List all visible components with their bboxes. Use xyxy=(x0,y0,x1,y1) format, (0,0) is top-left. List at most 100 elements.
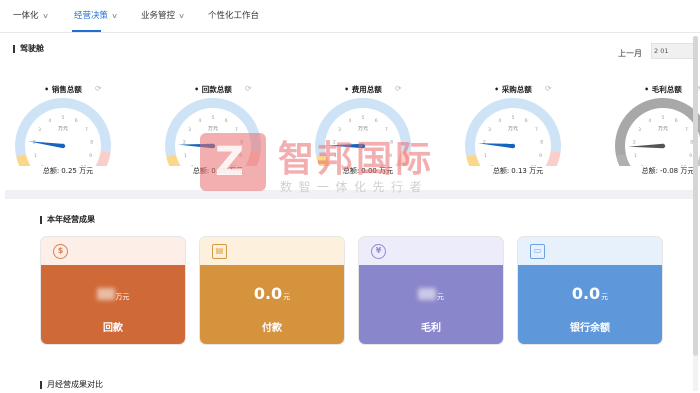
refresh-icon[interactable]: ⟳ xyxy=(545,84,552,93)
gauge-total-value: 0.00 万元 xyxy=(361,167,394,175)
gauge-tick-label: 8 xyxy=(540,139,543,145)
gauge-total-value: 0.05 万元 xyxy=(211,167,244,175)
card-label: 付款 xyxy=(262,323,282,334)
result-card[interactable]: ▭ 0.0元 银行余额 xyxy=(517,236,663,345)
chevron-down-icon: ∨ xyxy=(178,12,185,20)
monthly-comparison-title: 月经营成果对比 xyxy=(40,381,103,389)
refresh-icon[interactable]: ⟳ xyxy=(395,84,402,93)
gauge-tick-label: 1 xyxy=(484,153,487,159)
gauge-tick-label: 7 xyxy=(85,127,88,133)
gauge-chart: 012345678910万元 xyxy=(615,98,700,166)
gauge-tick-label: 2 xyxy=(633,139,636,145)
card-body: 0.0元付款 xyxy=(200,265,344,344)
gauge-band xyxy=(545,150,561,166)
gauge-band xyxy=(95,150,111,166)
cockpit-title: 驾驶舱 xyxy=(13,45,44,53)
tab-business-decision[interactable]: 经营决策 ∨ xyxy=(74,9,118,21)
gauge-hub xyxy=(510,143,516,149)
gauge-chart: 012345678910万元 xyxy=(165,98,261,166)
card-value: 万元 xyxy=(41,284,185,303)
gauge-chart: 012345678910万元 xyxy=(315,98,411,166)
gauge-tick-label: 9 xyxy=(89,153,92,159)
gauge-3: • 采购总额⟳012345678910万元总额:0.13 万元 xyxy=(463,78,573,183)
gauge-tick-label: 7 xyxy=(685,127,688,133)
gauge-hub xyxy=(60,143,66,149)
gauge-hub xyxy=(660,143,666,149)
gauge-needle xyxy=(178,143,214,149)
card-value-unit: 元 xyxy=(437,293,444,301)
chevron-down-icon: ∨ xyxy=(41,12,49,20)
gauge-tick-label: 3 xyxy=(638,127,641,133)
result-card[interactable]: ▤ 0.0元付款 xyxy=(199,236,345,345)
card-value: 0.0元 xyxy=(200,284,344,303)
gauge-tick-label: 2 xyxy=(483,139,486,145)
gauge-tick-label: 4 xyxy=(498,118,501,124)
card-label: 毛利 xyxy=(421,323,441,334)
gauge-tick-label: 6 xyxy=(375,118,378,124)
gauge-band xyxy=(616,154,631,166)
result-card[interactable]: ¥ 元毛利 xyxy=(358,236,504,345)
tab-business-control[interactable]: 业务管控 ∨ xyxy=(141,9,185,21)
card-value-unit: 万元 xyxy=(115,293,130,301)
gauge-total-label: 总额: xyxy=(492,167,510,175)
gauge-tick-label: 8 xyxy=(240,139,243,145)
tab-label: 经营决策 xyxy=(74,11,109,21)
gauge-tick-label: 4 xyxy=(48,118,51,124)
gauge-2: • 费用总额⟳012345678910万元总额:0.00 万元 xyxy=(313,78,423,183)
gauge-chart: 012345678910万元 xyxy=(15,98,111,166)
gauge-tick-label: 3 xyxy=(488,127,491,133)
document-icon: ▤ xyxy=(212,244,227,259)
gauge-unit: 万元 xyxy=(658,126,668,132)
gauge-hub xyxy=(210,143,216,149)
gauge-unit: 万元 xyxy=(508,126,518,132)
masked-value xyxy=(418,288,436,300)
top-nav: 一体化 ∨ 经营决策 ∨ 业务管控 ∨ 个性化工作台 xyxy=(0,0,700,33)
gauge-total: 总额: 0.13 万元 xyxy=(463,166,573,176)
period-input[interactable]: 2 01 xyxy=(651,43,695,59)
gauge-tick-label: 1 xyxy=(34,153,37,159)
tab-label: 业务管控 xyxy=(141,11,176,21)
card-header: ▤ xyxy=(200,237,344,265)
scrollbar[interactable] xyxy=(693,36,698,391)
tab-personal-workbench[interactable]: 个性化工作台 xyxy=(208,9,259,21)
gauge-tick-label: 9 xyxy=(389,153,392,159)
gauge-unit: 万元 xyxy=(358,126,368,132)
tab-integration[interactable]: 一体化 ∨ xyxy=(13,9,48,21)
gauge-band xyxy=(16,154,31,166)
gauge-total-label: 总额: xyxy=(192,167,210,175)
gauge-tick-label: 6 xyxy=(225,118,228,124)
gauge-unit: 万元 xyxy=(58,126,68,132)
gauge-total-value: 0.13 万元 xyxy=(511,167,544,175)
refresh-icon[interactable]: ⟳ xyxy=(245,84,252,93)
gauge-tick-label: 7 xyxy=(535,127,538,133)
chevron-down-icon: ∨ xyxy=(111,12,118,20)
gauge-1: • 回款总额⟳012345678910万元总额:0.05 万元 xyxy=(163,78,273,183)
scrollbar-thumb[interactable] xyxy=(693,36,698,356)
gauge-tick-label: 4 xyxy=(198,118,201,124)
gauge-total-value: 0.25 万元 xyxy=(61,167,94,175)
card-body: 元毛利 xyxy=(359,265,503,344)
gauge-tick-label: 9 xyxy=(539,153,542,159)
gauge-band xyxy=(395,150,411,166)
gauge-tick-label: 5 xyxy=(662,115,665,121)
refresh-icon[interactable]: ⟳ xyxy=(95,84,102,93)
gauge-tick-label: 3 xyxy=(338,127,341,133)
gauge-tick-label: 7 xyxy=(235,127,238,133)
gauge-tick-label: 6 xyxy=(75,118,78,124)
gauge-hub xyxy=(360,143,366,149)
card-value: 元 xyxy=(359,284,503,303)
active-tab-indicator xyxy=(72,30,101,32)
result-card[interactable]: $ 万元 回款 xyxy=(40,236,186,345)
section-divider xyxy=(5,190,695,199)
results-section: 本年经营成果 $ 万元 回款 ▤ 0.0元 付款 ¥ 元毛利 ▭ 0.0元 银行余额 月经营成果对比 xyxy=(0,199,700,393)
gauge-chart: 012345678910万元 xyxy=(465,98,561,166)
card-label: 回款 xyxy=(103,323,123,334)
gauge-tick-label: 6 xyxy=(675,118,678,124)
gauge-band xyxy=(316,154,331,166)
card-value-unit: 元 xyxy=(283,293,291,301)
gauge-tick-label: 8 xyxy=(390,139,393,145)
card-header: ▭ xyxy=(518,237,662,265)
tab-label: 个性化工作台 xyxy=(208,11,260,21)
cockpit-section: 驾驶舱 上一月 2 01 • 销售总额⟳012345678910万元总额:0.2… xyxy=(0,33,700,190)
previous-month-button[interactable]: 上一月 xyxy=(618,48,642,59)
